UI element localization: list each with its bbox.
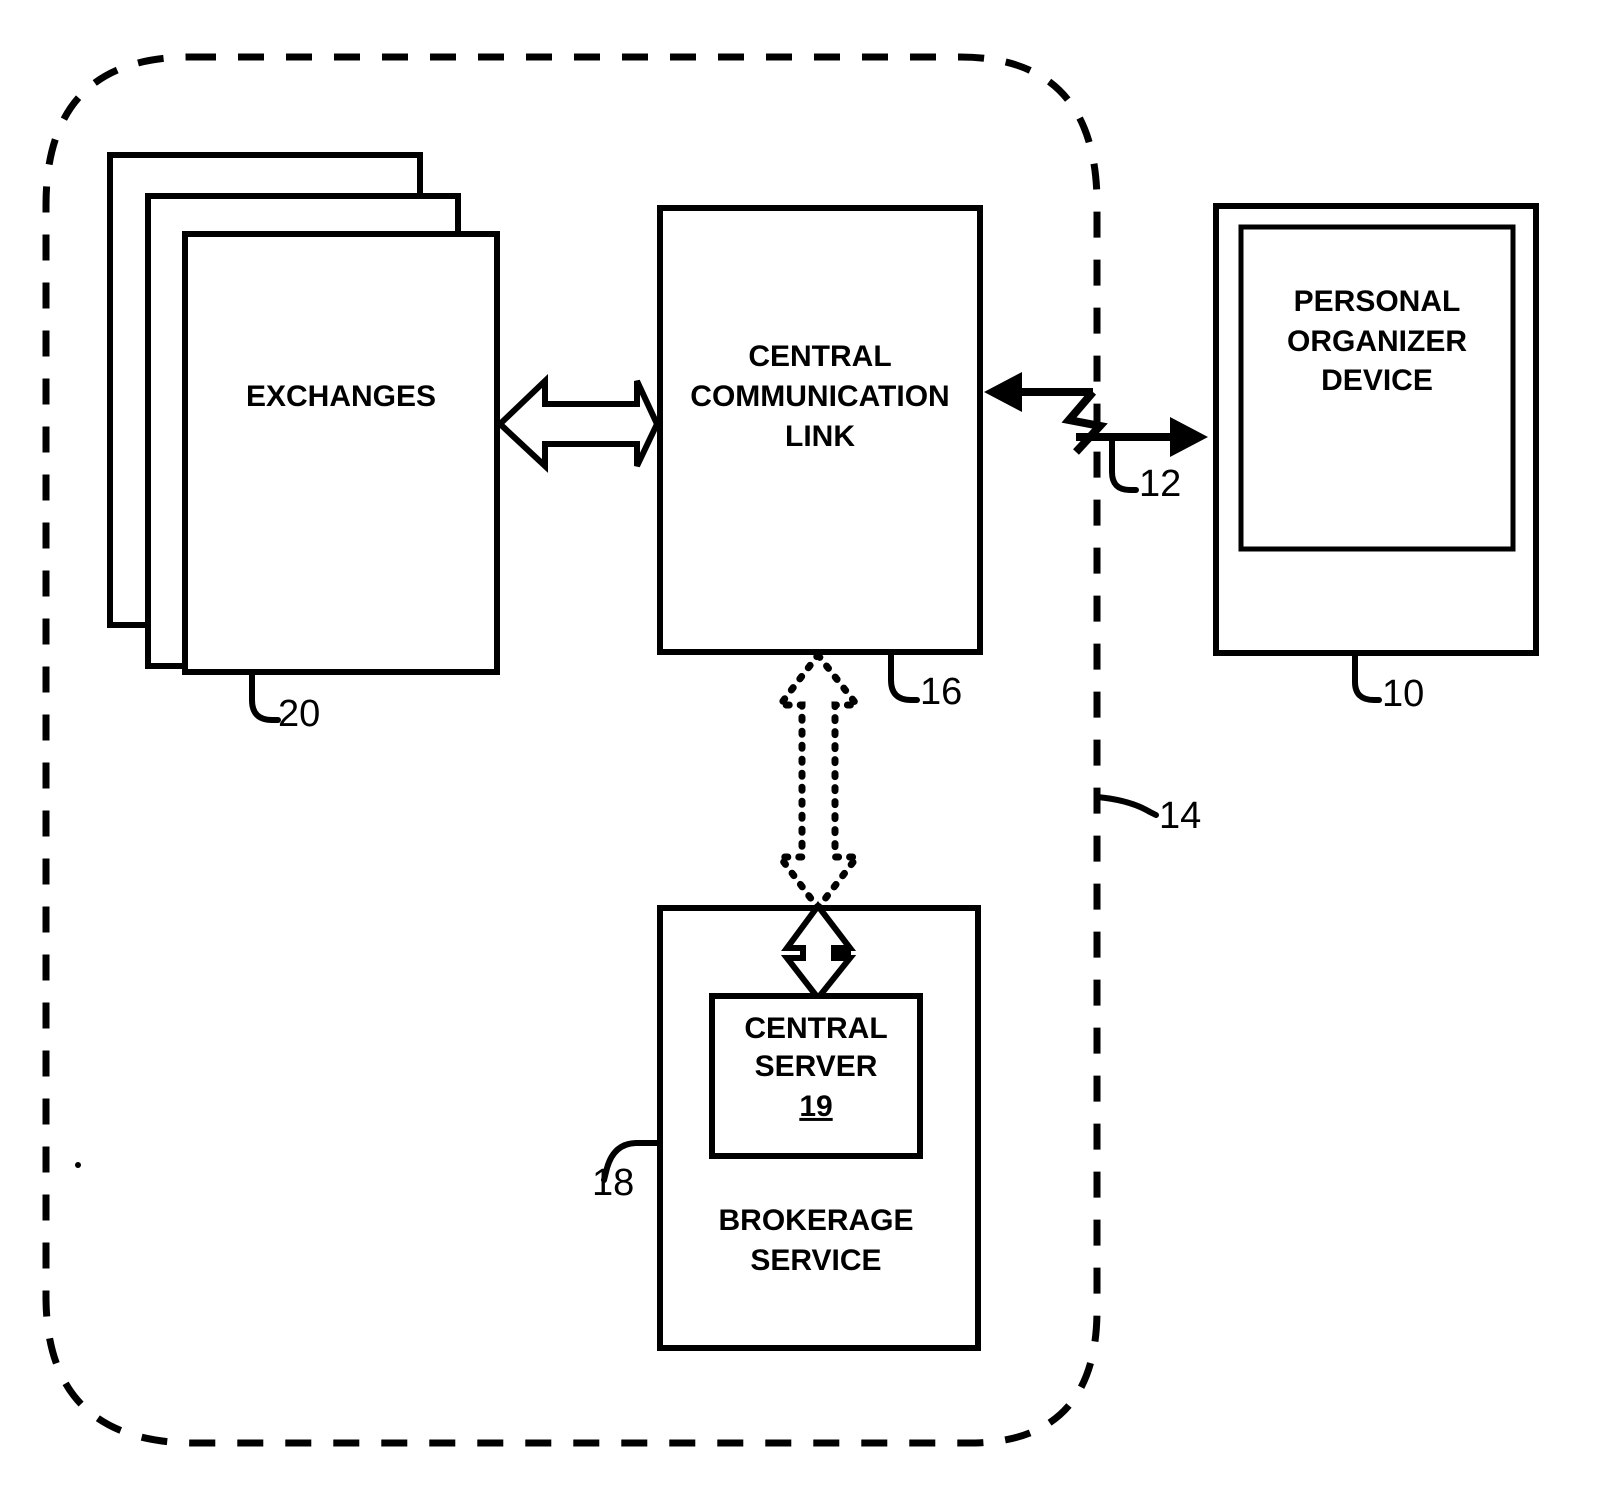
central-server-label-line2: SERVER <box>755 1050 878 1083</box>
boundary-leader-line <box>1094 794 1159 818</box>
link-brokerage-bidirectional-arrow <box>772 649 865 914</box>
wireless-left-arrowhead <box>984 372 1022 412</box>
exchanges-ref-number: 20 <box>278 693 320 735</box>
brokerage-label-line1: BROKERAGE <box>718 1204 913 1237</box>
patent-figure: EXCHANGES 20 CENTRAL COMMUNICATION LINK … <box>0 0 1599 1491</box>
wireless-leader-line <box>1109 437 1139 493</box>
exchanges-label: EXCHANGES <box>246 380 436 413</box>
central-link-label-line2: COMMUNICATION <box>690 380 949 413</box>
organizer-label-line2: ORGANIZER <box>1287 325 1467 358</box>
central-server-ref-number: 19 <box>799 1090 832 1123</box>
exchanges-leader-line <box>249 669 281 723</box>
organizer-label-line1: PERSONAL <box>1294 285 1461 318</box>
wireless-right-arrowhead <box>1170 417 1208 457</box>
device-ref-number: 10 <box>1382 673 1424 715</box>
diagram-canvas: EXCHANGES 20 CENTRAL COMMUNICATION LINK … <box>42 53 1539 1447</box>
wireless-zigzag-icon <box>1061 389 1108 455</box>
comm-link-ref-number: 16 <box>920 671 962 713</box>
boundary-ref-number: 14 <box>1159 795 1201 837</box>
exchanges-stack-front <box>182 231 500 675</box>
exchanges-link-bidirectional-arrow <box>495 373 661 473</box>
central-link-label-line3: LINK <box>785 420 855 453</box>
central-server-label-line1: CENTRAL <box>744 1012 887 1045</box>
organizer-label-line3: DEVICE <box>1321 364 1433 397</box>
device-leader-line <box>1352 650 1382 703</box>
central-link-label-line1: CENTRAL <box>748 340 891 373</box>
wireless-ref-number: 12 <box>1139 463 1181 505</box>
comm-link-leader-line <box>888 649 920 703</box>
brokerage-label-line2: SERVICE <box>750 1244 881 1277</box>
brokerage-ref-number: 18 <box>592 1162 634 1204</box>
artifact-dot <box>75 1162 81 1168</box>
